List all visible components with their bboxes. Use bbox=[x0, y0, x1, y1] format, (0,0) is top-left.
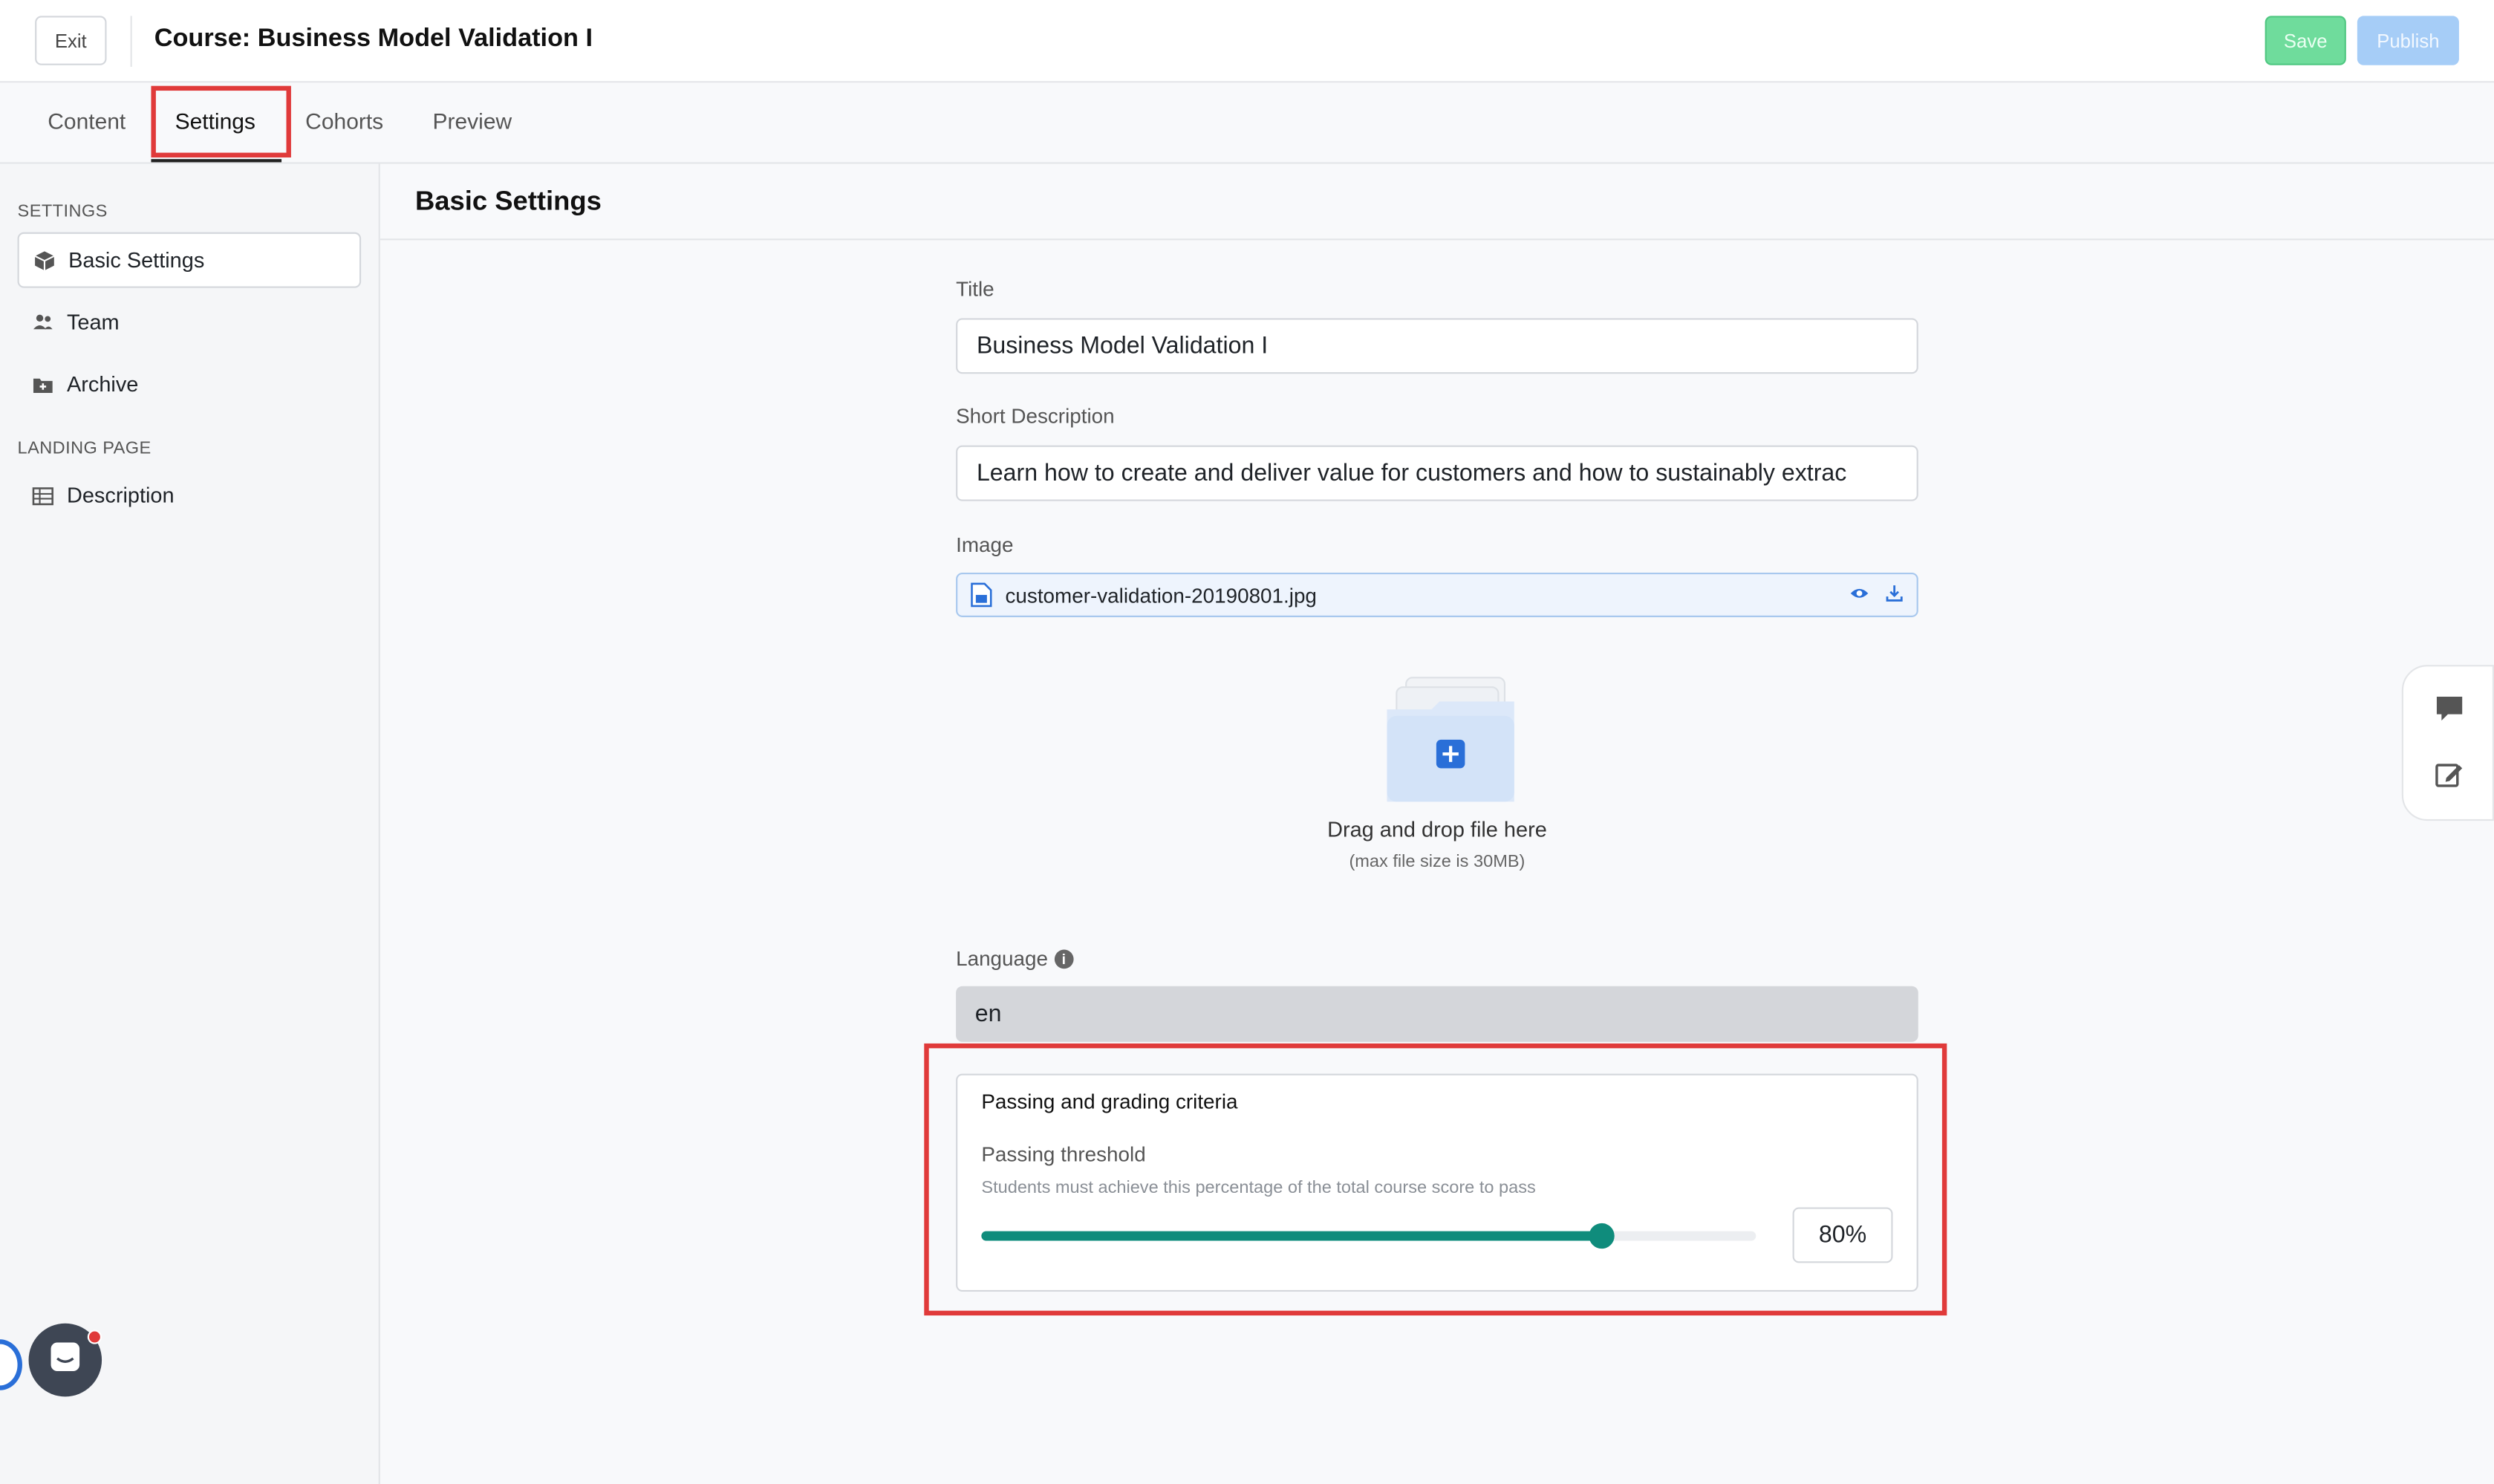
table-icon bbox=[32, 484, 54, 507]
archive-icon bbox=[32, 373, 54, 395]
sidebar-heading-settings: SETTINGS bbox=[17, 201, 108, 221]
sidebar-item-label: Team bbox=[66, 310, 120, 334]
tab-preview[interactable]: Preview bbox=[433, 108, 512, 134]
sidebar-item-description[interactable]: Description bbox=[18, 468, 362, 524]
header-divider bbox=[130, 16, 132, 67]
short-description-label: Short Description bbox=[956, 403, 1115, 429]
publish-button[interactable]: Publish bbox=[2357, 16, 2459, 65]
tab-cohorts[interactable]: Cohorts bbox=[305, 108, 383, 134]
passing-threshold-help: Students must achieve this percentage of… bbox=[981, 1178, 1536, 1198]
sidebar-item-label: Basic Settings bbox=[68, 248, 205, 273]
threshold-percentage-input[interactable]: 80% bbox=[1792, 1207, 1893, 1263]
eye-icon[interactable] bbox=[1850, 584, 1869, 608]
sidebar-item-team[interactable]: Team bbox=[18, 294, 362, 350]
tab-content[interactable]: Content bbox=[48, 108, 126, 134]
active-tab-underline bbox=[151, 159, 282, 163]
chat-icon bbox=[48, 1338, 82, 1382]
notification-badge bbox=[87, 1330, 102, 1344]
download-icon[interactable] bbox=[1885, 584, 1904, 608]
sidebar-item-label: Description bbox=[66, 484, 175, 508]
sidebar-item-basic-settings[interactable]: Basic Settings bbox=[17, 232, 362, 288]
comment-icon[interactable] bbox=[2434, 692, 2466, 724]
info-icon[interactable]: i bbox=[1054, 948, 1074, 969]
grading-criteria-card: Passing and grading criteria Passing thr… bbox=[956, 1073, 1918, 1292]
app: Exit Course: Business Model Validation I… bbox=[0, 0, 2494, 1484]
sidebar-item-label: Archive bbox=[66, 372, 139, 397]
language-label: Language bbox=[956, 946, 1048, 971]
cube-icon bbox=[33, 249, 56, 271]
criteria-title: Passing and grading criteria bbox=[981, 1089, 1238, 1114]
tab-highlight-box bbox=[151, 85, 291, 158]
language-select[interactable]: en bbox=[956, 986, 1918, 1042]
threshold-slider[interactable] bbox=[981, 1223, 1756, 1249]
sidebar-item-archive[interactable]: Archive bbox=[18, 357, 362, 412]
threshold-slider-fill bbox=[981, 1231, 1602, 1241]
image-file-name: customer-validation-20190801.jpg bbox=[1005, 582, 1317, 608]
edit-icon[interactable] bbox=[2434, 759, 2466, 791]
title-label: Title bbox=[956, 276, 994, 301]
passing-threshold-label: Passing threshold bbox=[981, 1142, 1146, 1166]
dropzone-text: Drag and drop file here bbox=[1327, 817, 1547, 842]
course-title: Course: Business Model Validation I bbox=[154, 25, 593, 53]
image-file-icon bbox=[970, 582, 992, 608]
folder-upload-icon[interactable] bbox=[1384, 671, 1517, 811]
save-button[interactable]: Save bbox=[2265, 16, 2346, 65]
sidebar-heading-landing-page: LANDING PAGE bbox=[17, 439, 152, 458]
threshold-slider-thumb[interactable] bbox=[1589, 1223, 1615, 1249]
language-label-row: Language i bbox=[956, 946, 1074, 971]
image-label: Image bbox=[956, 533, 1014, 557]
image-file-row[interactable]: customer-validation-20190801.jpg bbox=[956, 572, 1918, 617]
page-title: Basic Settings bbox=[414, 186, 602, 217]
main-header: Basic Settings bbox=[380, 163, 2494, 241]
exit-button[interactable]: Exit bbox=[35, 16, 107, 65]
top-header: Exit Course: Business Model Validation I… bbox=[0, 0, 2494, 83]
tab-bar: Content Settings Cohorts Preview bbox=[0, 82, 2494, 164]
title-input[interactable]: Business Model Validation I bbox=[956, 318, 1918, 374]
people-icon bbox=[32, 311, 54, 333]
short-description-input[interactable]: Learn how to create and deliver value fo… bbox=[956, 445, 1918, 501]
dropzone-subtext: (max file size is 30MB) bbox=[1349, 852, 1526, 872]
floating-tools-panel bbox=[2401, 665, 2494, 821]
